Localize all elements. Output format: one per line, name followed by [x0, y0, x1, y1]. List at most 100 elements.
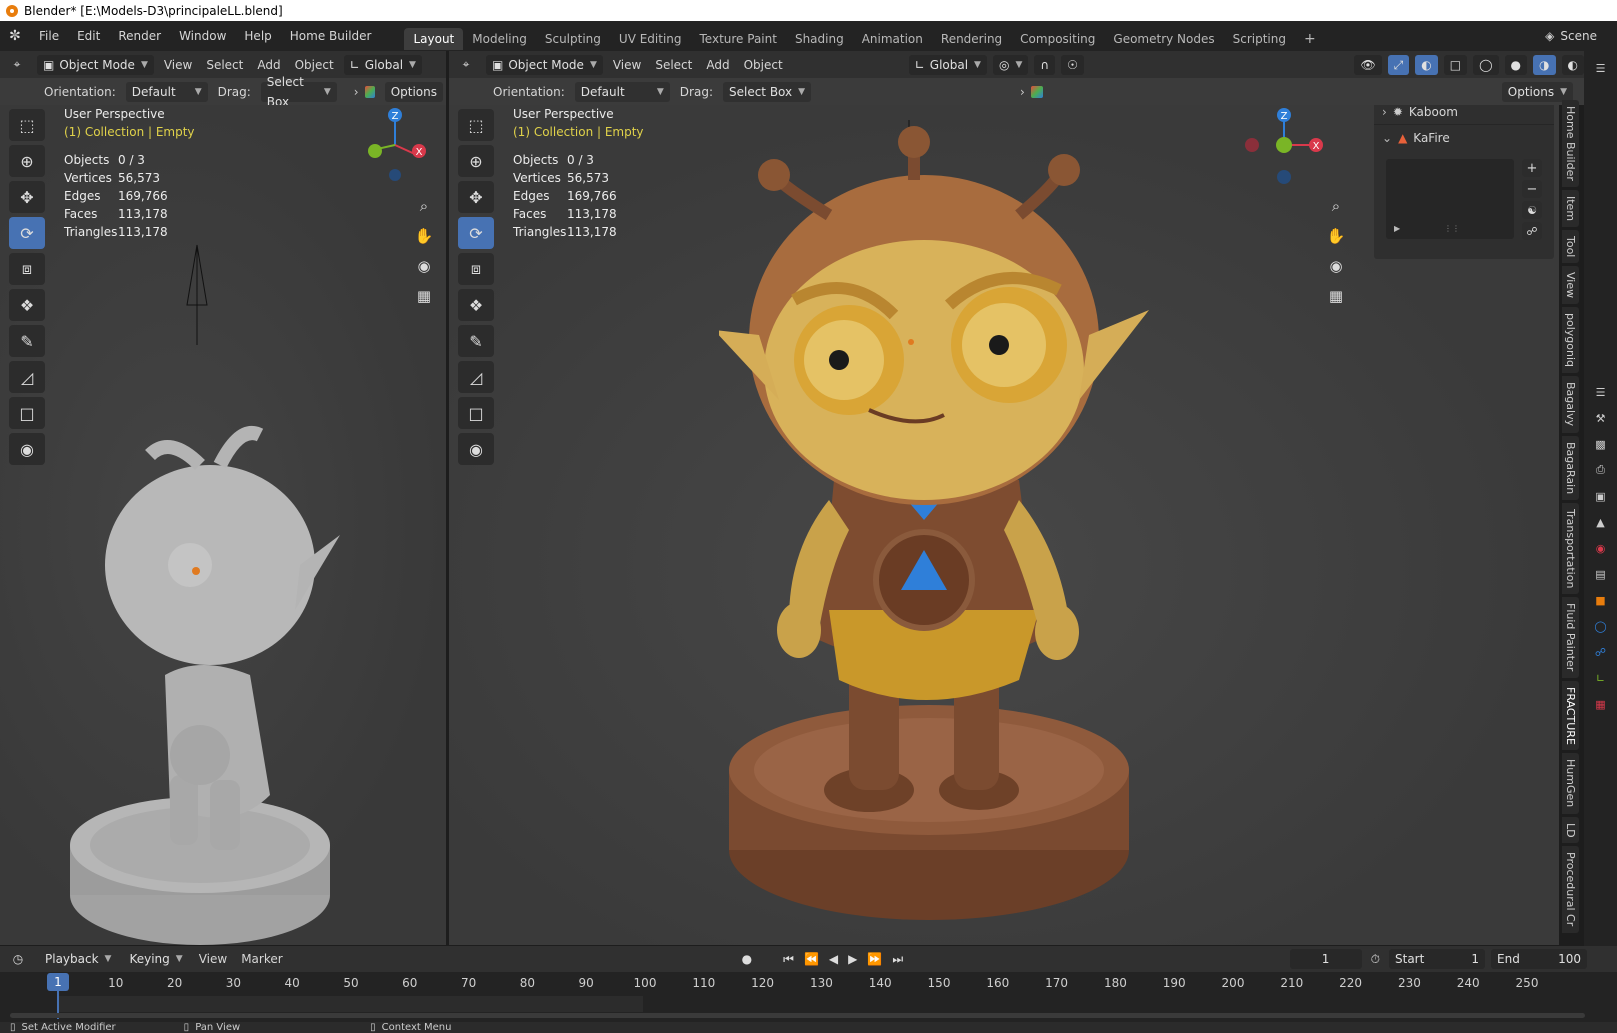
scene-props-icon[interactable]: ▲: [1592, 513, 1610, 531]
editor-type-icon[interactable]: ⌖: [449, 57, 483, 72]
tool-settings-icon[interactable]: ⚒: [1592, 409, 1610, 427]
jump-keyframe-back-icon[interactable]: ⏪: [804, 952, 819, 966]
tab-layout[interactable]: Layout: [404, 28, 464, 50]
add-cube-tool-icon[interactable]: □: [9, 397, 45, 429]
timeline-editor-icon[interactable]: ◷: [0, 952, 36, 966]
shading-material-icon[interactable]: ◑: [1533, 54, 1556, 75]
side-tab-polygoniq[interactable]: polygoniq: [1562, 307, 1579, 374]
timeline-scrollbar[interactable]: [10, 1013, 1585, 1018]
tab-shading[interactable]: Shading: [786, 28, 853, 50]
material-tool-icon[interactable]: ◉: [458, 433, 494, 465]
scene-icon[interactable]: ◈: [1545, 29, 1554, 43]
annotate-tool-icon[interactable]: ✎: [458, 325, 494, 357]
zoom-icon[interactable]: ⌕: [411, 193, 437, 219]
left-viewport[interactable]: ⬚ ⊕ ✥ ⟳ ⧈ ❖ ✎ ◿ □ ◉ User Perspective (1)…: [0, 105, 446, 945]
tab-texture-paint[interactable]: Texture Paint: [691, 28, 786, 50]
overlay-toggle-icon[interactable]: ◐: [1415, 54, 1438, 75]
world-icon[interactable]: ◉: [1592, 539, 1610, 557]
select-box-tool-icon[interactable]: ⬚: [458, 109, 494, 141]
object-icon[interactable]: ■: [1592, 591, 1610, 609]
chevron-right-icon[interactable]: ›: [354, 85, 359, 99]
left-menu-select[interactable]: Select: [206, 58, 243, 72]
rotate-tool-icon[interactable]: ⟳: [9, 217, 45, 249]
tab-uv-editing[interactable]: UV Editing: [610, 28, 691, 50]
side-tab-bagarain[interactable]: BagaRain: [1562, 435, 1579, 500]
tab-scripting[interactable]: Scripting: [1224, 28, 1295, 50]
scene-name[interactable]: Scene: [1560, 29, 1597, 43]
measure-tool-icon[interactable]: ◿: [458, 361, 494, 393]
proportional-edit-icon[interactable]: ☉: [1061, 54, 1084, 75]
playhead[interactable]: 1: [47, 973, 69, 991]
right-options-button[interactable]: Options ▼: [1501, 81, 1573, 102]
play-reverse-icon[interactable]: ◀: [829, 952, 838, 966]
side-tab-transportation[interactable]: Transportation: [1562, 502, 1579, 595]
scale-tool-icon[interactable]: ⧈: [458, 253, 494, 285]
left-options-button[interactable]: Options: [384, 81, 443, 102]
snap-icon[interactable]: ∩: [1034, 54, 1056, 75]
measure-tool-icon[interactable]: ◿: [9, 361, 45, 393]
tab-modeling[interactable]: Modeling: [463, 28, 536, 50]
properties-editor-icon[interactable]: ☰: [1592, 383, 1610, 401]
record-icon[interactable]: ●: [742, 952, 752, 966]
annotate-tool-icon[interactable]: ✎: [9, 325, 45, 357]
current-frame-field[interactable]: 1: [1289, 949, 1362, 969]
camera-icon[interactable]: ◉: [1323, 253, 1349, 279]
menu-home-builder[interactable]: Home Builder: [281, 21, 381, 51]
left-mode-dropdown[interactable]: ▣ Object Mode ▼: [37, 54, 154, 75]
tab-compositing[interactable]: Compositing: [1011, 28, 1104, 50]
right-drag-dropdown[interactable]: Select Box ▼: [722, 81, 812, 102]
side-tab-procedural[interactable]: Procedural Cr: [1562, 846, 1579, 933]
panel-item-kafire[interactable]: ⌄ ▲ KaFire: [1374, 125, 1554, 151]
transform-tool-icon[interactable]: ❖: [9, 289, 45, 321]
shading-solid-icon[interactable]: ●: [1504, 54, 1528, 75]
zoom-icon[interactable]: ⌕: [1323, 193, 1349, 219]
material-tool-icon[interactable]: ◉: [9, 433, 45, 465]
tab-rendering[interactable]: Rendering: [932, 28, 1011, 50]
transform-tool-icon[interactable]: ❖: [458, 289, 494, 321]
add-item-icon[interactable]: +: [1522, 159, 1542, 177]
left-menu-view[interactable]: View: [164, 58, 192, 72]
side-tab-fluid-painter[interactable]: Fluid Painter: [1562, 597, 1579, 678]
add-workspace-icon[interactable]: +: [1295, 28, 1325, 50]
blender-menu-icon[interactable]: ✼: [0, 28, 30, 44]
timeline-playback-menu[interactable]: Playback ▼: [39, 949, 117, 969]
timeline-view-menu[interactable]: View: [199, 952, 227, 966]
timeline-marker-menu[interactable]: Marker: [241, 952, 282, 966]
side-tab-humgen[interactable]: HumGen: [1562, 753, 1579, 814]
jump-end-icon[interactable]: ⏭: [892, 952, 903, 967]
play-icon[interactable]: ▶: [848, 952, 857, 966]
shading-rendered-icon[interactable]: ◐: [1561, 54, 1584, 75]
stopwatch-icon[interactable]: ⏱: [1371, 952, 1380, 967]
move-tool-icon[interactable]: ✥: [9, 181, 45, 213]
outliner-icon[interactable]: ☰: [1592, 59, 1610, 77]
left-drag-dropdown[interactable]: Select Box ▼: [260, 75, 337, 109]
right-viewport[interactable]: ⬚ ⊕ ✥ ⟳ ⧈ ❖ ✎ ◿ □ ◉ User Perspective (1)…: [449, 105, 1559, 945]
xray-icon[interactable]: □: [1443, 54, 1468, 75]
cursor-tool-icon[interactable]: ⊕: [9, 145, 45, 177]
right-axis-gizmo[interactable]: Z X: [1234, 105, 1334, 195]
right-menu-select[interactable]: Select: [655, 58, 692, 72]
left-orientation-dropdown[interactable]: Default ▼: [125, 81, 208, 102]
resize-handle-icon[interactable]: ⋮⋮: [1444, 224, 1460, 233]
panel-item-kaboom[interactable]: › ✹ Kaboom: [1374, 105, 1554, 125]
physics-icon[interactable]: ◯: [1592, 617, 1610, 635]
rotate-tool-icon[interactable]: ⟳: [458, 217, 494, 249]
jump-keyframe-forward-icon[interactable]: ⏩: [867, 952, 882, 966]
add-cube-tool-icon[interactable]: □: [458, 397, 494, 429]
side-tab-ld[interactable]: LD: [1562, 816, 1579, 844]
visibility-icon[interactable]: 👁: [1354, 54, 1382, 75]
view-layer-icon[interactable]: ▣: [1592, 487, 1610, 505]
pan-hand-icon[interactable]: ✋: [411, 223, 437, 249]
cursor-tool-icon[interactable]: ⊕: [458, 145, 494, 177]
shading-wireframe-icon[interactable]: ◯: [1473, 54, 1499, 75]
right-menu-object[interactable]: Object: [744, 58, 783, 72]
left-menu-object[interactable]: Object: [295, 58, 334, 72]
left-transform-dropdown[interactable]: ∟ Global ▼: [343, 54, 422, 75]
collection-icon[interactable]: ▤: [1592, 565, 1610, 583]
texture-icon[interactable]: ▦: [1592, 695, 1610, 713]
play-icon[interactable]: ▶: [1394, 224, 1400, 233]
tab-animation[interactable]: Animation: [853, 28, 932, 50]
pan-hand-icon[interactable]: ✋: [1323, 223, 1349, 249]
pivot-dropdown-icon[interactable]: ◎ ▼: [992, 54, 1029, 75]
chevron-right-icon[interactable]: ›: [1020, 85, 1025, 99]
